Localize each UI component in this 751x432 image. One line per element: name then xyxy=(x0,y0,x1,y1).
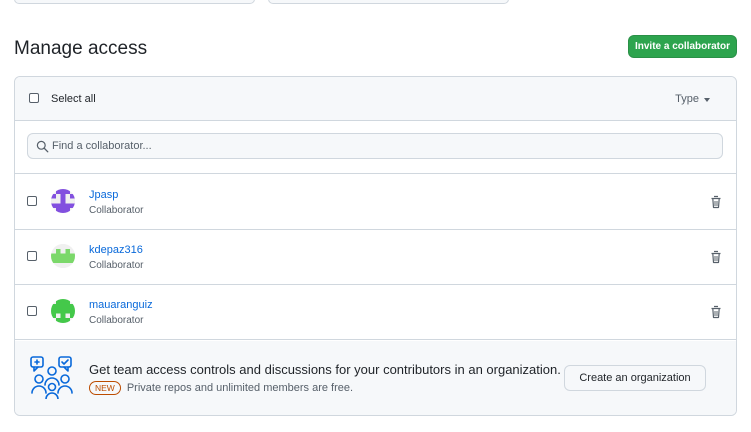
type-filter-label: Type xyxy=(675,93,699,105)
trash-icon[interactable] xyxy=(710,195,722,209)
new-badge: NEW xyxy=(89,381,121,395)
trash-icon[interactable] xyxy=(710,250,722,264)
identicon-icon xyxy=(51,189,75,213)
avatar[interactable] xyxy=(51,244,75,268)
collaborator-row: Jpasp Collaborator xyxy=(15,174,736,230)
row-checkbox[interactable] xyxy=(27,306,37,316)
collaborator-name-link[interactable]: kdepaz316 xyxy=(89,244,143,256)
org-banner-subtitle-row: NEW Private repos and unlimited members … xyxy=(89,381,353,395)
caret-down-icon xyxy=(704,97,710,102)
invite-collaborator-button[interactable]: Invite a collaborator xyxy=(628,35,737,58)
search-icon xyxy=(36,140,49,153)
collaborator-role: Collaborator xyxy=(89,205,144,216)
row-checkbox[interactable] xyxy=(27,196,37,206)
collaborator-role: Collaborator xyxy=(89,260,144,271)
type-filter-dropdown[interactable]: Type xyxy=(675,93,710,105)
avatar[interactable] xyxy=(51,299,75,323)
collaborators-box: Select all Type Find a collaborator... J… xyxy=(14,76,737,416)
collaborator-search-input[interactable] xyxy=(52,135,712,157)
organization-banner: Get team access controls and discussions… xyxy=(15,341,736,415)
identicon-icon xyxy=(51,244,75,268)
avatar[interactable] xyxy=(51,189,75,213)
search-box xyxy=(27,133,723,159)
list-header: Select all Type xyxy=(15,77,736,121)
select-all-checkbox[interactable] xyxy=(29,93,39,103)
collaborator-row: mauaranguiz Collaborator xyxy=(15,284,736,340)
org-banner-title: Get team access controls and discussions… xyxy=(89,362,561,377)
top-card-left xyxy=(14,0,255,4)
collaborator-row: kdepaz316 Collaborator xyxy=(15,229,736,285)
top-card-right xyxy=(268,0,509,4)
collaborator-name-link[interactable]: mauaranguiz xyxy=(89,299,153,311)
page-title: Manage access xyxy=(14,38,148,59)
row-checkbox[interactable] xyxy=(27,251,37,261)
trash-icon[interactable] xyxy=(710,305,722,319)
select-all-label[interactable]: Select all xyxy=(51,93,96,105)
org-banner-subtitle: Private repos and unlimited members are … xyxy=(126,382,354,394)
collaborator-role: Collaborator xyxy=(89,315,144,326)
identicon-icon xyxy=(51,299,75,323)
search-row xyxy=(15,121,736,174)
collaborator-name-link[interactable]: Jpasp xyxy=(89,189,118,201)
create-organization-button[interactable]: Create an organization xyxy=(564,365,706,391)
people-icon xyxy=(30,356,73,399)
